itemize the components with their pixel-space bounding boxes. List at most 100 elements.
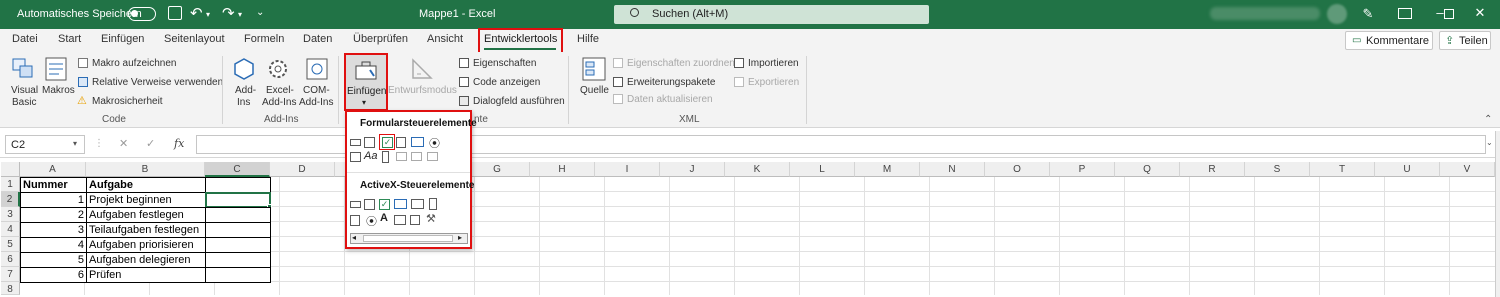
cell-b5[interactable]: Aufgaben priorisieren: [86, 237, 206, 253]
share-button[interactable]: ⇪ Teilen: [1439, 31, 1491, 50]
scroll-right-icon[interactable]: ▸: [458, 233, 462, 242]
addins-label-1[interactable]: Add-: [235, 85, 256, 96]
column-header[interactable]: G: [465, 162, 530, 177]
cell-a6[interactable]: 5: [20, 252, 87, 268]
map-properties-icon[interactable]: [613, 58, 623, 68]
tab-formeln[interactable]: Formeln: [244, 33, 284, 45]
source-label[interactable]: Quelle: [580, 85, 609, 96]
expansion-packs-icon[interactable]: [613, 77, 623, 87]
cell-a2[interactable]: 1: [20, 192, 87, 208]
refresh-data-icon[interactable]: [613, 94, 623, 104]
cell-a5[interactable]: 4: [20, 237, 87, 253]
cell-c6[interactable]: [205, 252, 271, 268]
cancel-icon[interactable]: ✕: [119, 137, 128, 150]
macros-icon[interactable]: [44, 56, 70, 82]
vertical-scrollbar[interactable]: [1495, 131, 1500, 297]
enter-icon[interactable]: ✓: [146, 137, 155, 150]
insert-function-icon[interactable]: fx: [174, 137, 184, 150]
addins-label-2[interactable]: Ins: [237, 97, 250, 108]
cell-a4[interactable]: 3: [20, 222, 87, 238]
map-properties-button[interactable]: Eigenschaften zuordnen: [627, 58, 735, 69]
group-box-icon[interactable]: [350, 152, 361, 162]
column-header[interactable]: J: [660, 162, 725, 177]
column-header[interactable]: K: [725, 162, 790, 177]
name-box[interactable]: C2 ▾: [5, 135, 85, 154]
activex-checkbox-icon[interactable]: ✓: [379, 199, 390, 210]
row-header[interactable]: 1: [1, 177, 20, 192]
excel-addins-label-2[interactable]: Add-Ins: [262, 97, 296, 108]
column-header[interactable]: Q: [1115, 162, 1180, 177]
activex-combo-icon[interactable]: [364, 199, 375, 210]
row-header[interactable]: 7: [1, 267, 20, 282]
record-macro-icon[interactable]: [78, 58, 88, 68]
cell-a1[interactable]: Nummer: [20, 177, 87, 193]
row-header[interactable]: 2: [1, 192, 20, 207]
activex-toggle-icon[interactable]: [410, 215, 420, 225]
scroll-bar-icon[interactable]: [382, 151, 389, 163]
column-header[interactable]: I: [595, 162, 660, 177]
search-input[interactable]: Suchen (Alt+M): [614, 5, 929, 24]
warning-icon[interactable]: ⚠: [77, 94, 87, 107]
column-header[interactable]: U: [1375, 162, 1440, 177]
excel-addins-label-1[interactable]: Excel-: [266, 85, 294, 96]
tab-daten[interactable]: Daten: [303, 33, 332, 45]
collapse-ribbon-icon[interactable]: ⌃: [1484, 114, 1492, 125]
comments-button[interactable]: ▭ Kommentare: [1345, 31, 1433, 50]
export-icon[interactable]: [734, 77, 744, 87]
column-header[interactable]: M: [855, 162, 920, 177]
scroll-thumb[interactable]: [363, 235, 453, 242]
com-addins-label-1[interactable]: COM-: [303, 85, 330, 96]
cell-c2-selected[interactable]: [205, 192, 271, 208]
activex-button-icon[interactable]: [350, 201, 361, 208]
scroll-left-icon[interactable]: ◂: [352, 233, 356, 242]
formula-drag-handle[interactable]: ⋮: [94, 138, 104, 149]
run-dialog-icon[interactable]: [459, 96, 469, 106]
column-header[interactable]: A: [20, 162, 86, 177]
gear-icon[interactable]: [265, 56, 291, 82]
activex-label-icon[interactable]: A: [380, 212, 388, 224]
import-icon[interactable]: [734, 58, 744, 68]
list-box-icon[interactable]: [411, 137, 424, 147]
cell-b3[interactable]: Aufgaben festlegen: [86, 207, 206, 223]
relative-refs-icon[interactable]: [78, 77, 88, 87]
record-macro-button[interactable]: Makro aufzeichnen: [92, 58, 177, 69]
cell-b6[interactable]: Aufgaben delegieren: [86, 252, 206, 268]
addins-icon[interactable]: [231, 56, 257, 82]
combo-list-icon-disabled[interactable]: [411, 152, 422, 161]
ribbon-display-icon[interactable]: [1398, 8, 1412, 19]
tab-seitenlayout[interactable]: Seitenlayout: [164, 33, 225, 45]
cell-a7[interactable]: 6: [20, 267, 87, 283]
column-header[interactable]: O: [985, 162, 1050, 177]
activex-option-icon[interactable]: ⦿: [366, 213, 377, 229]
relative-refs-button[interactable]: Relative Verweise verwenden: [92, 77, 223, 88]
combo-box-icon[interactable]: [364, 137, 375, 148]
activex-image-icon[interactable]: [394, 215, 406, 225]
refresh-data-button[interactable]: Daten aktualisieren: [627, 94, 713, 105]
column-header[interactable]: P: [1050, 162, 1115, 177]
avatar[interactable]: [1327, 4, 1347, 24]
pen-icon[interactable]: ✎: [1358, 6, 1378, 22]
visual-basic-icon[interactable]: [10, 56, 36, 82]
tab-einfuegen[interactable]: Einfügen: [101, 33, 144, 45]
cell-c1[interactable]: [205, 177, 271, 193]
column-header[interactable]: S: [1245, 162, 1310, 177]
combo-drop-icon-disabled[interactable]: [427, 152, 438, 161]
expand-formula-icon[interactable]: ⌄: [1486, 138, 1493, 147]
properties-button[interactable]: Eigenschaften: [473, 58, 536, 69]
save-icon[interactable]: [168, 6, 182, 20]
option-button-icon[interactable]: ⦿: [429, 135, 440, 151]
column-header[interactable]: B: [86, 162, 205, 177]
row-header[interactable]: 3: [1, 207, 20, 222]
activex-scrollbar-icon[interactable]: [429, 198, 437, 210]
tab-hilfe[interactable]: Hilfe: [577, 33, 599, 45]
column-header[interactable]: T: [1310, 162, 1375, 177]
redo-icon[interactable]: ↷: [222, 4, 235, 22]
undo-dropdown-icon[interactable]: ▾: [206, 10, 210, 19]
column-header[interactable]: C: [205, 162, 270, 177]
macro-security-button[interactable]: Makrosicherheit: [92, 96, 163, 107]
undo-icon[interactable]: ↶: [190, 4, 203, 22]
tab-ansicht[interactable]: Ansicht: [427, 33, 463, 45]
column-header[interactable]: N: [920, 162, 985, 177]
design-mode-label[interactable]: Entwurfsmodus: [388, 85, 457, 96]
cell-b1[interactable]: Aufgabe: [86, 177, 206, 193]
